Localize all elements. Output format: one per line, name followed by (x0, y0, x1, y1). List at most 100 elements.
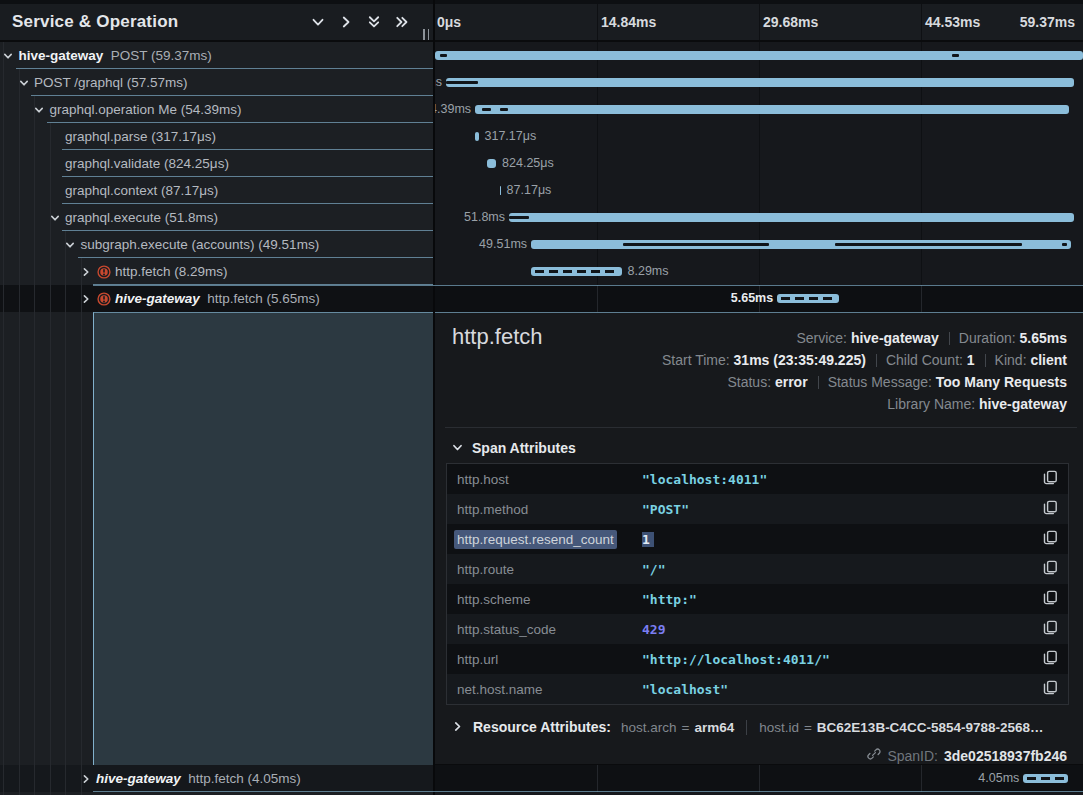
copy-icon (1043, 620, 1058, 639)
span-name-cell[interactable]: hive-gateway http.fetch (4.05ms) (0, 765, 433, 792)
span-bar-cell[interactable]: 4.05ms (435, 765, 1083, 792)
indent-guide (34, 123, 35, 150)
collapse-span-icon[interactable] (47, 204, 62, 231)
double-chevron-right-icon (395, 15, 409, 29)
span-duration-bar[interactable] (500, 186, 501, 195)
span-id-value[interactable]: 3de02518937fb246 (944, 748, 1067, 764)
expand-all-button[interactable] (392, 12, 412, 32)
collapse-span-icon[interactable] (63, 231, 78, 258)
collapse-one-level-button[interactable] (308, 12, 328, 32)
span-duration-bar[interactable] (446, 78, 1074, 87)
span-overview: Service: hive-gatewayDuration: 5.65msSta… (662, 327, 1067, 415)
child-span-mark (835, 243, 1022, 246)
attribute-row[interactable]: http.url"http://localhost:4011/" (447, 644, 1068, 674)
equals-sign: = (804, 720, 812, 735)
expand-span-icon[interactable] (78, 258, 93, 285)
expand-one-level-button[interactable] (336, 12, 356, 32)
indent-guide (3, 177, 4, 204)
span-detail-zone: http.fetch Service: hive-gatewayDuration… (0, 312, 1083, 765)
attribute-key: net.host.name (457, 682, 642, 697)
attribute-row[interactable]: http.route"/" (447, 554, 1068, 584)
copy-button[interactable] (1035, 590, 1065, 609)
span-duration-bar[interactable] (475, 132, 478, 141)
attribute-row[interactable]: http.request.resend_count1 (447, 524, 1068, 554)
span-name-cell[interactable]: graphql.validate (824.25μs) (0, 150, 433, 177)
span-name-cell[interactable]: hive-gateway POST (59.37ms) (0, 42, 433, 69)
attribute-row[interactable]: http.host"localhost:4011" (447, 464, 1068, 494)
operation-name: http.fetch (8.29ms) (115, 264, 228, 279)
copy-button[interactable] (1035, 530, 1065, 549)
overview-field-label: Duration: (959, 330, 1020, 346)
attribute-row[interactable]: http.method"POST" (447, 494, 1068, 524)
attribute-key: http.route (457, 562, 642, 577)
collapse-all-button[interactable] (364, 12, 384, 32)
attribute-row[interactable]: http.scheme"http:" (447, 584, 1068, 614)
indent-guide (3, 765, 4, 792)
span-bar-cell[interactable]: 8.29ms (435, 258, 1083, 285)
child-span-mark (446, 81, 478, 84)
chevron-down-icon (452, 439, 463, 457)
span-row[interactable]: graphql.parse (317.17μs)317.17μs (0, 123, 1083, 150)
attribute-row[interactable]: http.status_code429 (447, 614, 1068, 644)
timeline-gridline (921, 177, 922, 204)
column-divider[interactable] (433, 0, 435, 795)
indent-guide (19, 231, 20, 258)
span-attributes-toggle[interactable]: Span Attributes (452, 437, 576, 459)
span-name-cell[interactable]: graphql.parse (317.17μs) (0, 123, 433, 150)
span-bar-cell[interactable]: 5.65ms (435, 285, 1083, 312)
span-name-cell[interactable]: POST /graphql (57.57ms) (0, 69, 433, 96)
collapse-span-icon[interactable] (1, 42, 16, 69)
span-row-selected[interactable]: hive-gateway http.fetch (5.65ms)5.65ms (0, 285, 1083, 312)
collapse-span-icon[interactable] (16, 69, 31, 96)
span-row[interactable]: POST /graphql (57.57ms)57.57ms (0, 69, 1083, 96)
indent-guide (19, 150, 20, 177)
overview-separator (949, 332, 950, 345)
operation-name: http.fetch (5.65ms) (207, 291, 320, 306)
timeline-gridline (921, 258, 922, 285)
span-bar-cell[interactable]: 87.17μs (435, 177, 1083, 204)
span-bar-cell[interactable]: 824.25μs (435, 150, 1083, 177)
span-bar-cell[interactable]: 57.57ms (435, 69, 1083, 96)
span-row[interactable]: hive-gateway POST (59.37ms) (0, 42, 1083, 69)
copy-button[interactable] (1035, 650, 1065, 669)
indent-guide (3, 150, 4, 177)
span-duration-bar[interactable] (509, 213, 1074, 222)
span-label: graphql.execute (51.8ms) (65, 204, 218, 231)
overview-separator (818, 376, 819, 389)
attribute-row[interactable]: net.host.name"localhost" (447, 674, 1068, 704)
span-name-cell[interactable]: http.fetch (8.29ms) (0, 258, 433, 285)
span-name-cell[interactable]: graphql.context (87.17μs) (0, 177, 433, 204)
resource-attributes-toggle[interactable]: Resource Attributes:host.arch=arm64host.… (452, 715, 1075, 739)
drag-handle-icon[interactable] (421, 29, 431, 41)
expand-span-icon[interactable] (78, 285, 93, 312)
copy-button[interactable] (1035, 500, 1065, 519)
retry-marks (1027, 777, 1063, 780)
span-row[interactable]: graphql.context (87.17μs)87.17μs (0, 177, 1083, 204)
span-row[interactable]: hive-gateway http.fetch (4.05ms)4.05ms (0, 765, 1083, 792)
span-row[interactable]: http.fetch (8.29ms) 8.29ms (0, 258, 1083, 285)
span-name-cell[interactable]: graphql.operation Me (54.39ms) (0, 96, 433, 123)
copy-button[interactable] (1035, 470, 1065, 489)
span-row[interactable]: graphql.execute (51.8ms) 51.8ms (0, 204, 1083, 231)
span-bar-cell[interactable]: 51.8ms (435, 204, 1083, 231)
expand-span-icon[interactable] (78, 765, 93, 792)
copy-button[interactable] (1035, 680, 1065, 699)
span-row[interactable]: graphql.validate (824.25μs)824.25μs (0, 150, 1083, 177)
span-name-cell[interactable]: hive-gateway http.fetch (5.65ms) (0, 285, 433, 312)
span-duration-bar[interactable] (475, 105, 1069, 114)
span-row[interactable]: graphql.operation Me (54.39ms)54.39ms (0, 96, 1083, 123)
span-bar-cell[interactable]: 49.51ms (435, 231, 1083, 258)
span-duration-bar[interactable] (487, 159, 496, 168)
span-name-cell[interactable]: graphql.execute (51.8ms) (0, 204, 433, 231)
span-duration-bar[interactable] (435, 51, 1083, 60)
copy-button[interactable] (1035, 560, 1065, 579)
span-bar-cell[interactable]: 54.39ms (435, 96, 1083, 123)
span-bar-cell[interactable] (435, 42, 1083, 69)
span-bar-cell[interactable]: 317.17μs (435, 123, 1083, 150)
copy-button[interactable] (1035, 620, 1065, 639)
indent-guide (34, 312, 35, 765)
resource-attributes-heading: Resource Attributes: (473, 719, 611, 735)
collapse-span-icon[interactable] (32, 96, 47, 123)
span-row[interactable]: subgraph.execute (accounts) (49.51ms)49.… (0, 231, 1083, 258)
span-name-cell[interactable]: subgraph.execute (accounts) (49.51ms) (0, 231, 433, 258)
